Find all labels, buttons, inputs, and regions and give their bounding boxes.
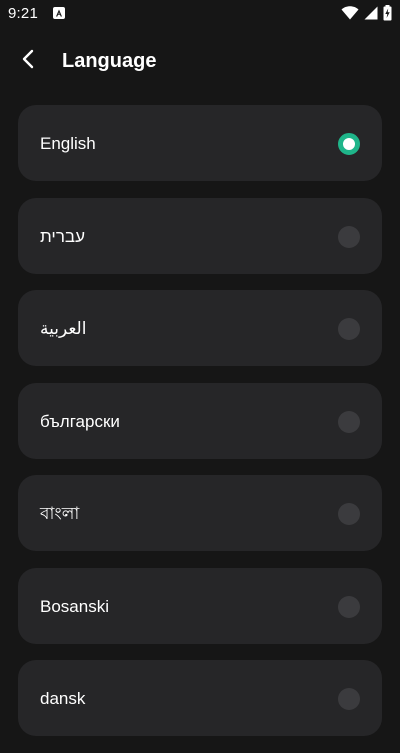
app-bar: Language — [0, 36, 400, 86]
language-option[interactable]: Bosanski — [18, 567, 382, 644]
notification-a-icon — [53, 7, 65, 19]
cell-signal-icon — [364, 6, 378, 20]
language-label: עברית — [40, 226, 85, 246]
radio-unselected[interactable] — [338, 410, 360, 433]
chevron-left-icon — [21, 49, 35, 74]
language-list: English עברית العربية български বাংলা Bosansk… — [18, 105, 382, 753]
language-label: English — [40, 134, 96, 153]
language-option[interactable]: العربية — [18, 290, 382, 366]
language-option[interactable]: български — [18, 382, 382, 459]
language-option[interactable]: বাংলা — [18, 475, 382, 551]
page-title: Language — [62, 50, 157, 72]
status-icons — [341, 5, 392, 21]
language-label: български — [40, 411, 120, 431]
back-button[interactable] — [12, 47, 44, 75]
language-label: Bosanski — [40, 596, 109, 616]
language-label: dansk — [40, 689, 86, 708]
language-label: العربية — [40, 319, 87, 338]
language-option[interactable]: עברית — [18, 197, 382, 274]
status-bar: 9:21 — [0, 0, 400, 28]
battery-charging-icon — [383, 5, 392, 21]
radio-unselected[interactable] — [338, 595, 360, 618]
language-label: বাংলা — [40, 504, 80, 523]
radio-unselected[interactable] — [338, 688, 360, 710]
language-option[interactable]: English — [18, 105, 382, 181]
radio-unselected[interactable] — [338, 503, 360, 525]
radio-selected[interactable] — [338, 133, 360, 155]
radio-unselected[interactable] — [338, 318, 360, 340]
status-time: 9:21 — [8, 5, 38, 22]
wifi-icon — [341, 6, 359, 20]
radio-unselected[interactable] — [338, 225, 360, 248]
language-option[interactable]: dansk — [18, 660, 382, 736]
